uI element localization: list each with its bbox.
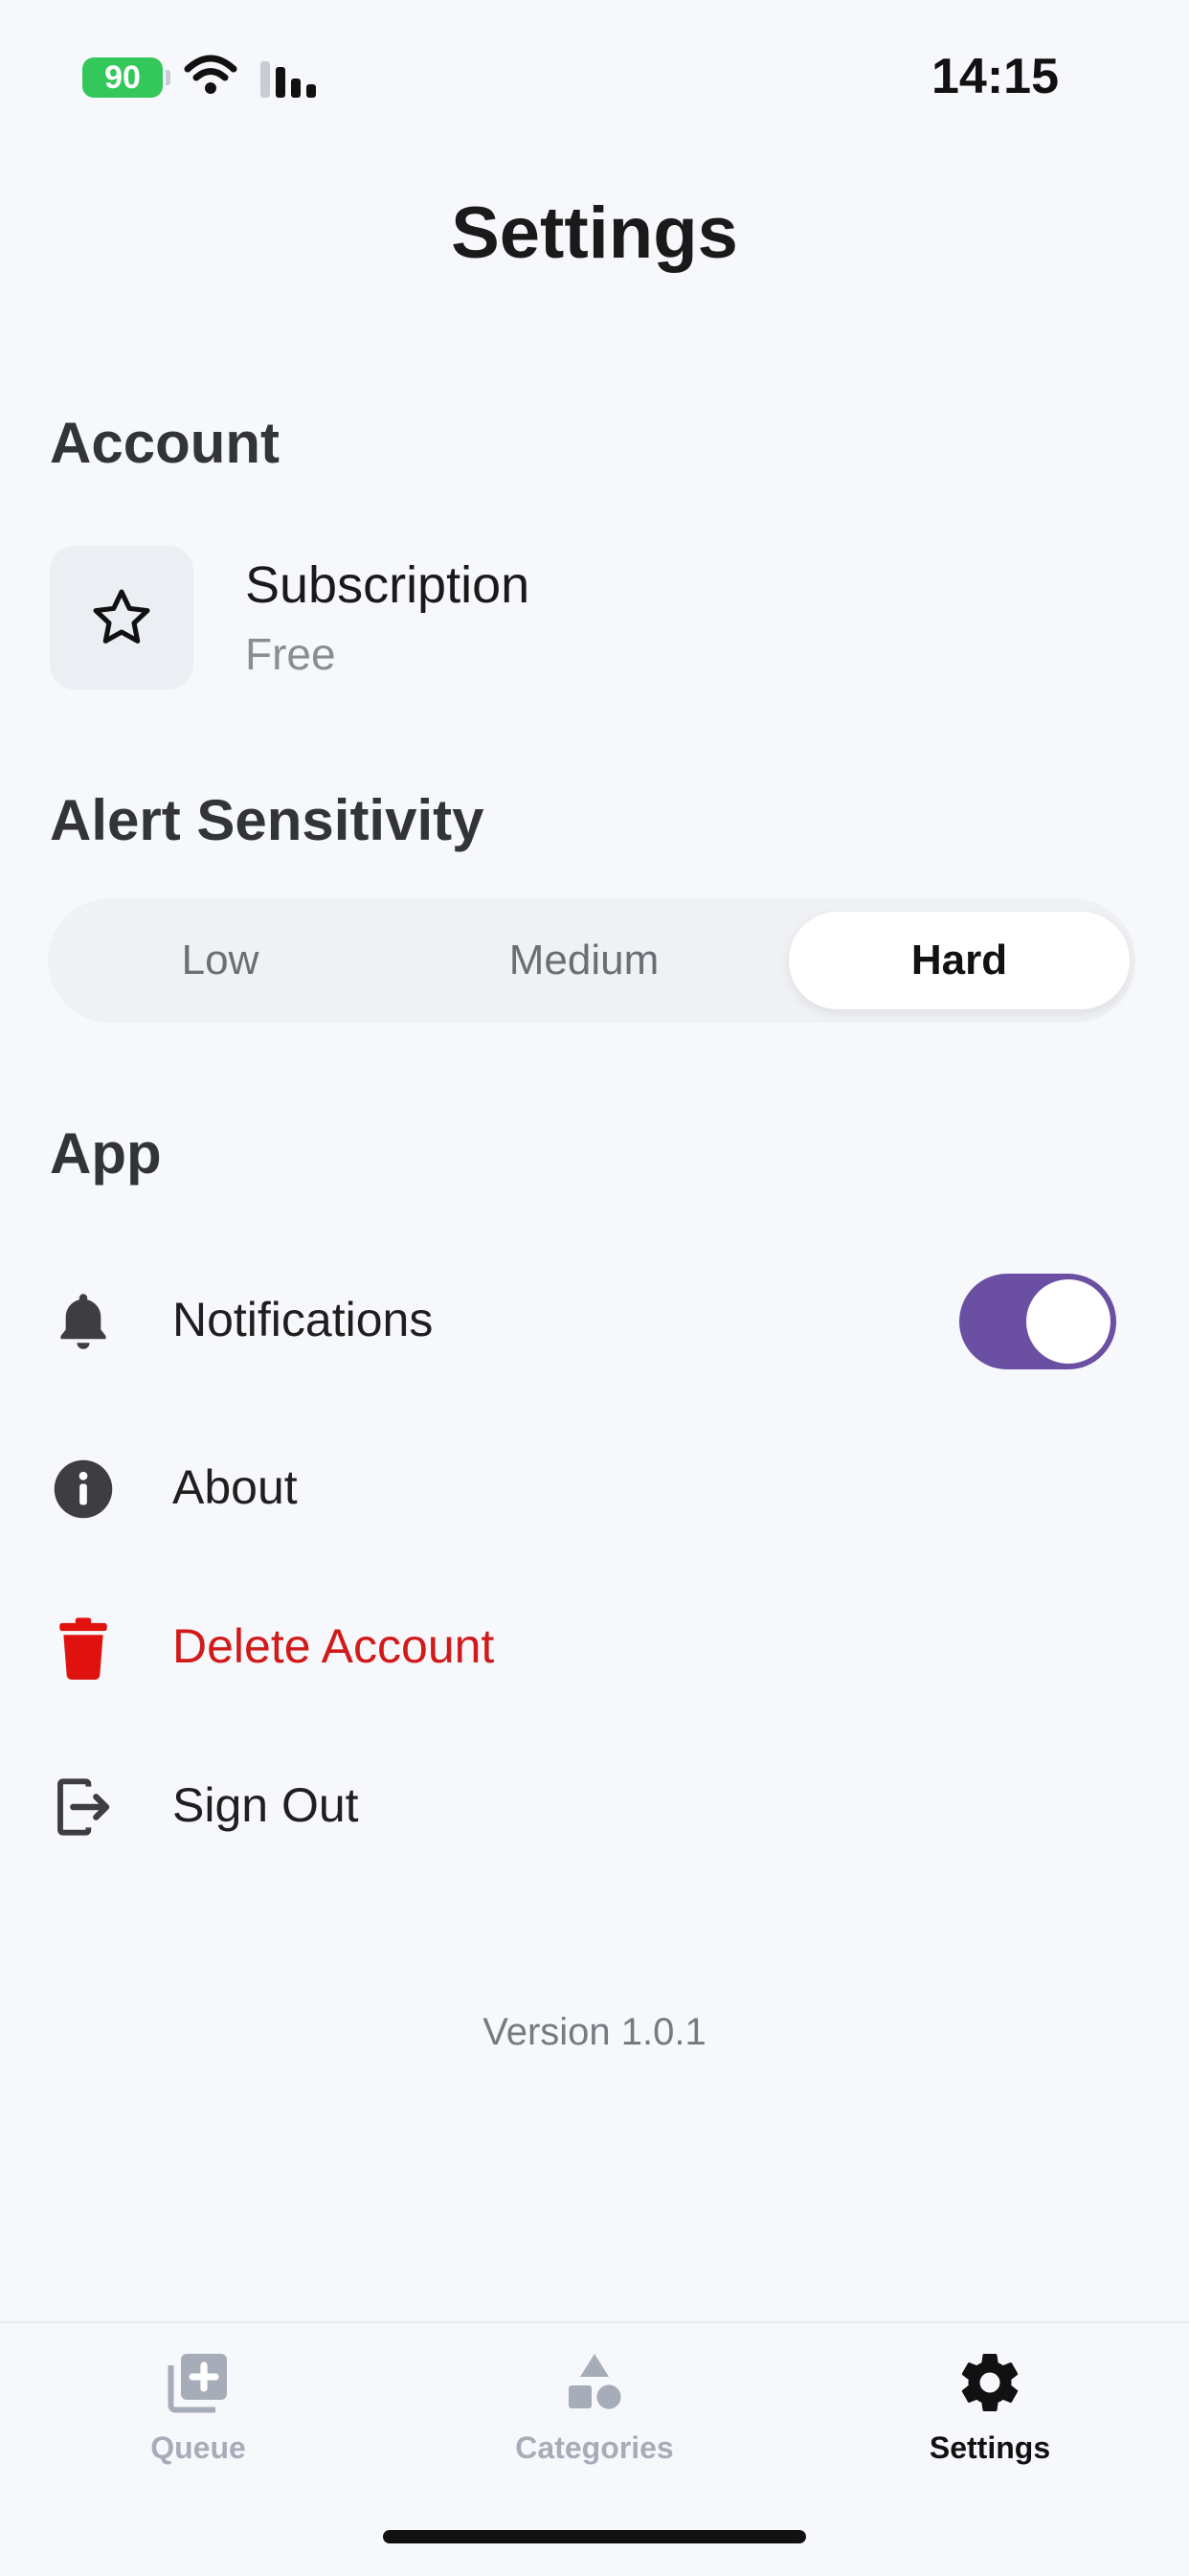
info-icon	[54, 1459, 113, 1519]
status-time: 14:15	[931, 49, 1059, 104]
status-bar: 90 14:15	[0, 0, 1189, 144]
tab-queue[interactable]: Queue	[74, 2346, 323, 2466]
gear-icon	[961, 2354, 1019, 2411]
queue-add-icon	[168, 2354, 227, 2413]
sign-out-icon	[57, 1778, 110, 1836]
home-indicator	[383, 2530, 806, 2543]
about-label: About	[172, 1460, 298, 1514]
toggle-knob	[1026, 1279, 1110, 1364]
wifi-icon	[184, 55, 237, 94]
sign-out-row[interactable]: Sign Out	[0, 1735, 1189, 1879]
alert-sensitivity-section-title: Alert Sensitivity	[50, 788, 484, 852]
tab-categories-label: Categories	[515, 2430, 674, 2465]
sensitivity-option-low[interactable]: Low	[48, 912, 393, 1009]
account-section-title: Account	[50, 411, 280, 475]
alert-sensitivity-selector: Low Medium Hard	[48, 898, 1135, 1023]
sensitivity-option-medium[interactable]: Medium	[393, 912, 775, 1009]
shapes-icon	[569, 2354, 621, 2409]
delete-account-label: Delete Account	[172, 1619, 495, 1673]
subscription-value: Free	[245, 629, 336, 679]
star-icon	[93, 589, 150, 644]
trash-icon	[59, 1617, 107, 1680]
delete-account-row[interactable]: Delete Account	[0, 1576, 1189, 1720]
subscription-icon-tile	[50, 546, 193, 689]
battery-level: 90	[104, 59, 141, 96]
notifications-label: Notifications	[172, 1293, 434, 1346]
tab-settings-label: Settings	[929, 2430, 1051, 2465]
notifications-toggle[interactable]	[959, 1274, 1116, 1369]
about-row[interactable]: About	[0, 1417, 1189, 1561]
sensitivity-option-hard[interactable]: Hard	[789, 912, 1130, 1009]
page-title: Settings	[451, 192, 738, 274]
tab-settings[interactable]: Settings	[865, 2346, 1114, 2466]
app-section-title: App	[50, 1121, 162, 1186]
subscription-label: Subscription	[245, 556, 530, 614]
bell-icon	[60, 1294, 106, 1349]
tab-categories[interactable]: Categories	[470, 2346, 719, 2466]
signal-icon	[260, 61, 316, 98]
sign-out-label: Sign Out	[172, 1778, 359, 1832]
version-text: Version 1.0.1	[482, 2011, 707, 2053]
battery-indicator: 90	[82, 57, 170, 98]
tab-queue-label: Queue	[150, 2430, 246, 2465]
